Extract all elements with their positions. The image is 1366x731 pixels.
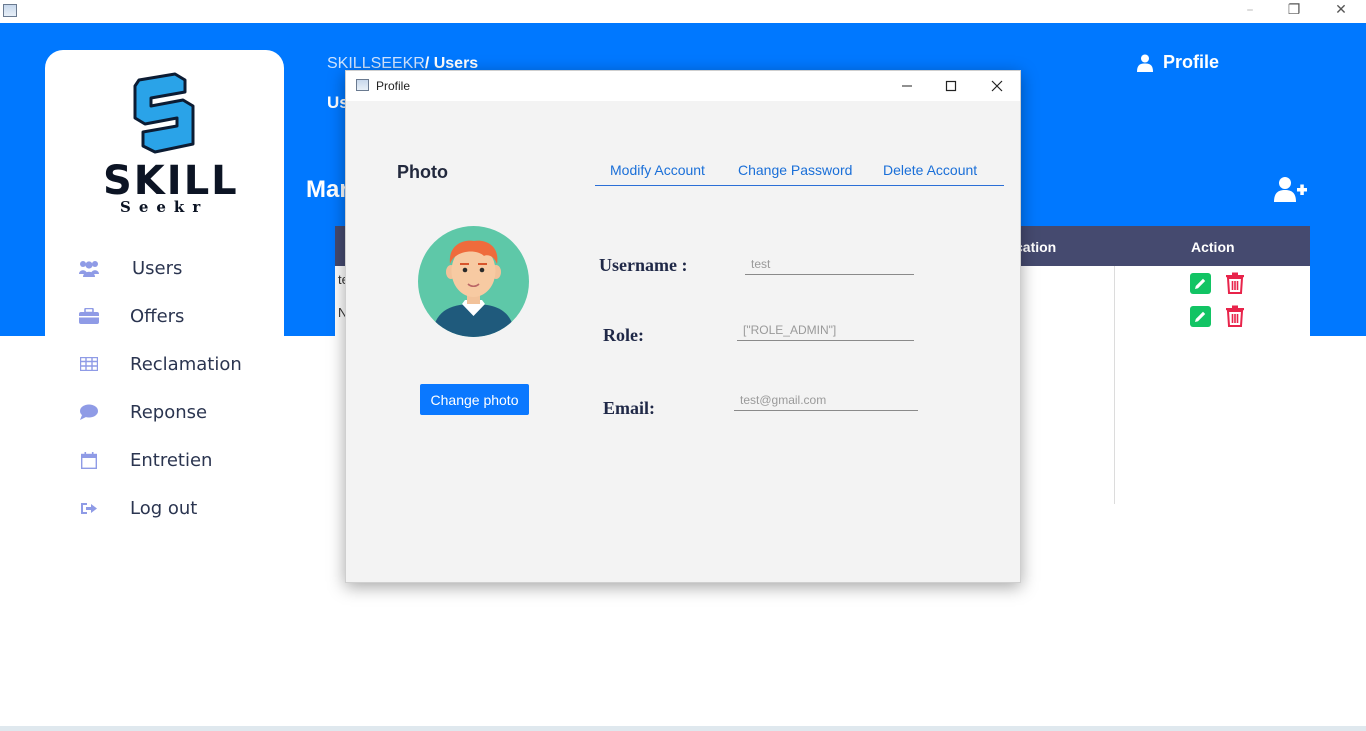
skillseekr-logo-icon — [133, 72, 195, 154]
users-icon — [78, 257, 100, 279]
dialog-minimize-icon[interactable] — [884, 74, 930, 98]
sidebar-item-label: Users — [132, 257, 183, 279]
taskbar-strip — [0, 726, 1366, 731]
page-heading: Mar — [306, 176, 349, 203]
restore-icon[interactable]: ❐ — [1284, 0, 1304, 20]
sidebar-item-offers[interactable]: Offers — [78, 301, 184, 331]
sidebar-item-label: Log out — [130, 497, 198, 519]
dialog-titlebar: Profile — [346, 71, 1020, 101]
profile-dialog: Profile Photo Modify Account Change Pass… — [345, 70, 1021, 583]
briefcase-icon — [78, 305, 100, 327]
sidebar-item-users[interactable]: Users — [78, 253, 182, 283]
delete-icon[interactable] — [1224, 305, 1246, 327]
minimize-icon[interactable]: – — [1240, 0, 1260, 20]
tab-delete-account[interactable]: Delete Account — [883, 162, 977, 178]
sign-out-icon — [78, 497, 100, 519]
chat-bubble-icon — [78, 401, 100, 423]
column-header-verification: cation — [1015, 239, 1057, 255]
avatar — [418, 226, 529, 337]
sidebar-item-label: Reclamation — [130, 353, 242, 375]
dialog-maximize-icon[interactable] — [928, 74, 974, 98]
column-header-action: Action — [1191, 239, 1235, 255]
close-icon[interactable]: ✕ — [1331, 0, 1351, 20]
change-photo-button[interactable]: Change photo — [420, 384, 529, 415]
pencil-icon — [1195, 278, 1206, 289]
tabs-underline — [595, 185, 1004, 186]
tab-modify-account[interactable]: Modify Account — [610, 162, 705, 178]
sidebar-item-logout[interactable]: Log out — [78, 493, 197, 523]
column-divider — [1114, 266, 1115, 504]
tab-change-password[interactable]: Change Password — [738, 162, 852, 178]
sidebar-item-label: Offers — [130, 305, 185, 327]
sidebar-item-entretien[interactable]: Entretien — [78, 445, 212, 475]
window-titlebar: – ❐ ✕ — [0, 0, 1366, 23]
email-label: Email: — [603, 398, 655, 418]
pencil-icon — [1195, 311, 1206, 322]
logo-subtitle: Seekr — [120, 198, 209, 216]
table-icon — [78, 353, 100, 375]
dialog-close-icon[interactable] — [974, 74, 1020, 98]
app-window-icon — [3, 4, 17, 17]
sidebar: SKILL Seekr — [45, 50, 284, 336]
sidebar-item-reclamation[interactable]: Reclamation — [78, 349, 242, 379]
dialog-title: Profile — [376, 79, 411, 93]
edit-button[interactable] — [1190, 273, 1211, 294]
profile-link[interactable]: Profile — [1137, 52, 1219, 73]
sidebar-item-label: Reponse — [130, 401, 208, 423]
username-label: Username : — [599, 255, 688, 275]
profile-label: Profile — [1163, 52, 1220, 72]
delete-icon[interactable] — [1224, 272, 1246, 294]
dialog-window-icon — [356, 79, 369, 91]
edit-button[interactable] — [1190, 306, 1211, 327]
add-user-icon[interactable] — [1274, 176, 1308, 204]
username-field[interactable] — [745, 253, 914, 275]
sidebar-item-reponse[interactable]: Reponse — [78, 397, 207, 427]
role-field[interactable] — [737, 319, 914, 341]
email-field[interactable] — [734, 389, 918, 411]
sidebar-item-label: Entretien — [130, 449, 213, 471]
photo-title: Photo — [397, 162, 448, 182]
calendar-icon — [78, 449, 100, 471]
user-icon — [1137, 54, 1153, 72]
role-label: Role: — [603, 325, 644, 345]
